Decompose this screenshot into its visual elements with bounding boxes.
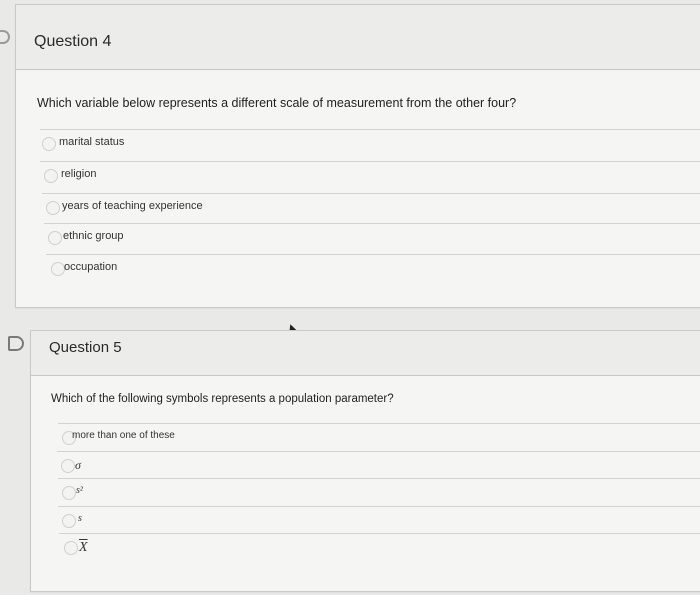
option-religion[interactable]: religion [40, 161, 700, 191]
question-5-header: Question 5 [31, 331, 700, 376]
radio-button[interactable] [46, 201, 60, 215]
question-4-flag-icon[interactable] [0, 30, 10, 44]
option-more-than-one[interactable]: more than one of these [58, 423, 700, 453]
radio-button[interactable] [48, 231, 62, 245]
question-4-text: Which variable below represents a differ… [37, 96, 517, 110]
option-x-bar[interactable]: X [59, 533, 700, 563]
option-ethnic-group[interactable]: ethnic group [44, 223, 700, 253]
question-5-flag-icon[interactable] [8, 336, 24, 351]
radio-button[interactable] [61, 459, 75, 473]
option-s[interactable]: s [58, 506, 700, 536]
option-label: X [79, 540, 88, 555]
option-sigma[interactable]: σ [57, 451, 700, 481]
question-4-header: Question 4 [16, 5, 700, 70]
option-s-squared[interactable]: s² [58, 478, 700, 508]
option-years-of-teaching[interactable]: years of teaching experience [42, 193, 700, 223]
option-marital-status[interactable]: marital status [40, 129, 700, 159]
radio-button[interactable] [64, 541, 78, 555]
option-label: years of teaching experience [62, 200, 203, 212]
radio-button[interactable] [42, 137, 56, 151]
radio-button[interactable] [62, 486, 76, 500]
question-5-text: Which of the following symbols represent… [51, 393, 394, 405]
option-label: more than one of these [72, 430, 175, 441]
option-label: s² [76, 485, 83, 496]
question-4-title: Question 4 [34, 33, 112, 50]
question-5-title: Question 5 [49, 339, 122, 356]
option-label: ethnic group [63, 230, 124, 242]
option-label: marital status [59, 136, 125, 148]
question-4-card: Question 4 Which variable below represen… [15, 4, 700, 308]
option-label: occupation [64, 261, 118, 273]
option-occupation[interactable]: occupation [46, 254, 700, 284]
option-label: s [78, 513, 82, 524]
radio-button[interactable] [62, 514, 76, 528]
radio-button[interactable] [51, 262, 65, 276]
question-5-card: Question 5 Which of the following symbol… [30, 330, 700, 592]
option-label: σ [75, 458, 81, 472]
option-label: religion [61, 168, 97, 180]
radio-button[interactable] [44, 169, 58, 183]
